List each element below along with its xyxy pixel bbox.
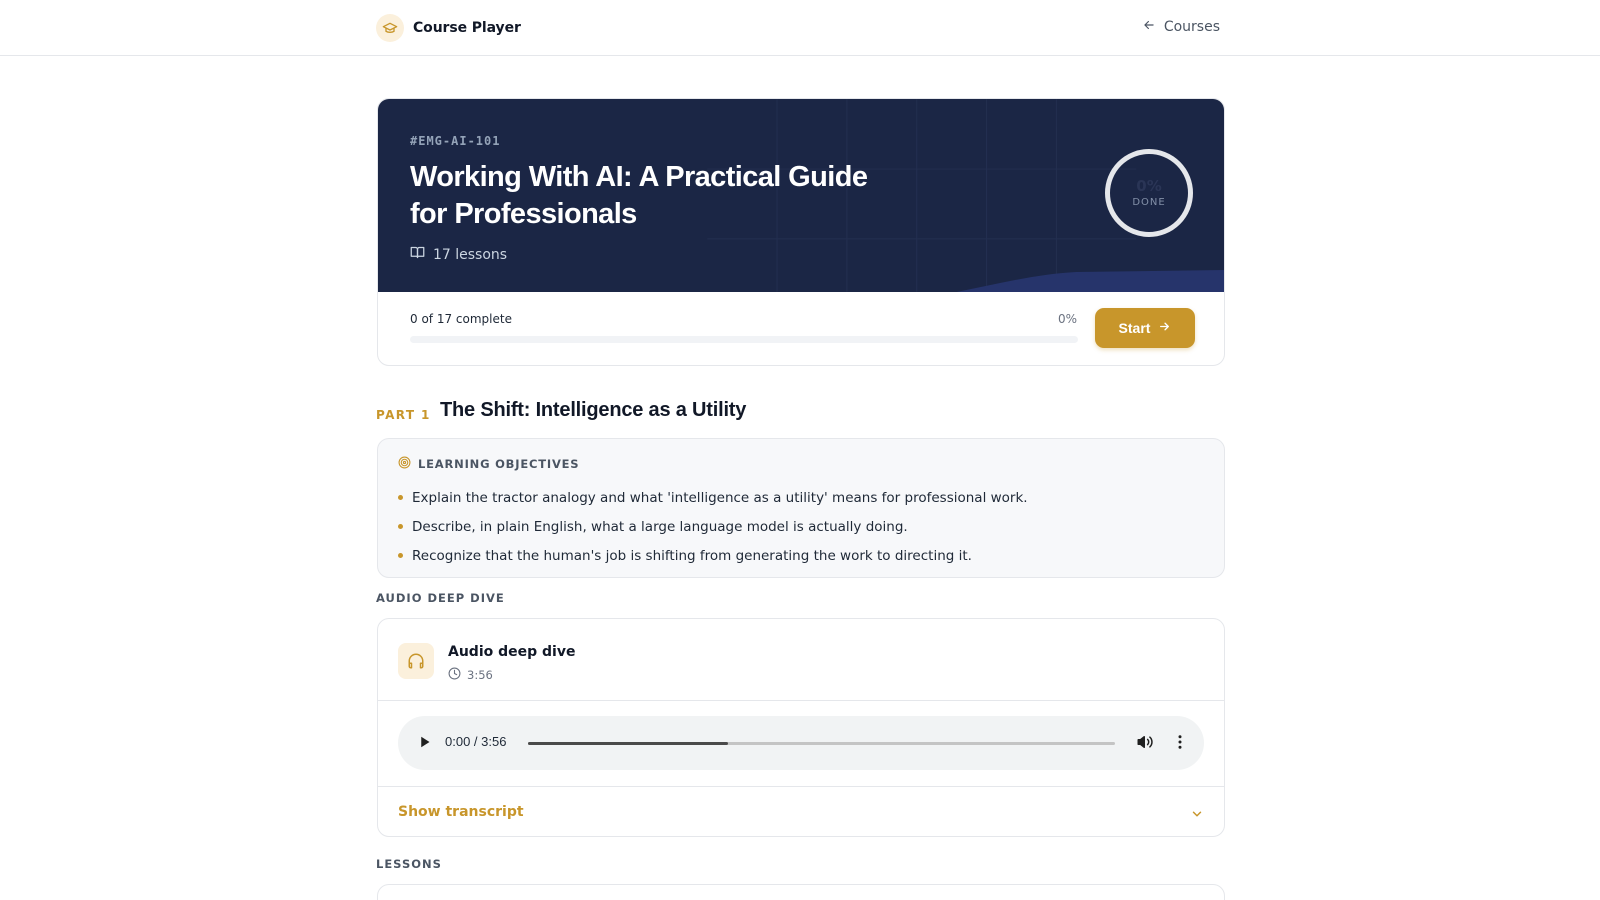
brand[interactable]: Course Player	[376, 14, 521, 42]
bullet-dot-icon	[398, 495, 403, 500]
arrow-right-icon	[1158, 320, 1171, 336]
progress-bar	[410, 336, 1078, 343]
completion-ring: 0% DONE	[1105, 149, 1193, 237]
progress-text: 0 of 17 complete	[410, 312, 512, 326]
clock-icon	[448, 667, 461, 683]
objective-item: Recognize that the human's job is shifti…	[398, 541, 1028, 570]
divider	[378, 700, 1224, 701]
audio-card: Audio deep dive 3:56 0:00 / 3:56 Show tr…	[377, 618, 1225, 837]
more-options-icon[interactable]	[1171, 733, 1189, 755]
objective-item: Describe, in plain English, what a large…	[398, 512, 1028, 541]
objective-text: Recognize that the human's job is shifti…	[412, 547, 972, 564]
course-title: Working With AI: A Practical Guide for P…	[410, 161, 868, 230]
back-to-courses-link[interactable]: Courses	[1142, 18, 1220, 36]
book-open-icon	[410, 245, 425, 264]
top-bar: Course Player Courses	[0, 0, 1600, 56]
course-hero-card: #EMG-AI-101 Working With AI: A Practical…	[377, 98, 1225, 366]
audio-player: 0:00 / 3:56	[398, 716, 1204, 770]
learning-objectives-panel: LEARNING OBJECTIVES Explain the tractor …	[377, 438, 1225, 578]
completion-ring-percent: 0%	[1136, 177, 1162, 195]
app-name: Course Player	[413, 20, 521, 36]
audio-title: Audio deep dive	[448, 644, 576, 660]
audio-seek-bar[interactable]	[528, 742, 1115, 745]
audio-buffer-bar	[528, 742, 728, 745]
lessons-section-label: LESSONS	[376, 857, 442, 871]
audio-duration-text: 3:56	[467, 668, 493, 682]
audio-duration: 3:56	[448, 667, 493, 683]
audio-time: 0:00 / 3:56	[445, 734, 507, 749]
part-label: PART 1	[376, 408, 431, 422]
audio-section-label: AUDIO DEEP DIVE	[376, 591, 505, 605]
divider	[378, 786, 1224, 787]
objective-item: Explain the tractor analogy and what 'in…	[398, 483, 1028, 512]
chevron-down-icon[interactable]	[1190, 806, 1204, 825]
graduation-cap-icon	[376, 14, 404, 42]
bullet-dot-icon	[398, 553, 403, 558]
lessons-count-text: 17 lessons	[433, 246, 508, 263]
course-hero: #EMG-AI-101 Working With AI: A Practical…	[378, 99, 1224, 292]
progress-row: 0 of 17 complete 0% Start	[378, 292, 1224, 365]
arrow-left-icon	[1142, 18, 1156, 36]
start-button[interactable]: Start	[1095, 308, 1195, 348]
lessons-list-card	[377, 884, 1225, 900]
completion-ring-label: DONE	[1132, 197, 1166, 208]
learning-objectives-heading-text: LEARNING OBJECTIVES	[418, 457, 580, 471]
play-icon[interactable]	[416, 733, 434, 755]
bullet-dot-icon	[398, 524, 403, 529]
objective-text: Explain the tractor analogy and what 'in…	[412, 489, 1028, 506]
hero-wave-decoration	[956, 270, 1224, 292]
headphones-icon	[398, 643, 434, 679]
show-transcript-toggle[interactable]: Show transcript	[398, 804, 524, 820]
volume-icon[interactable]	[1136, 733, 1154, 755]
start-button-label: Start	[1118, 320, 1151, 336]
back-label: Courses	[1163, 19, 1220, 35]
lessons-count: 17 lessons	[410, 245, 507, 264]
course-code: #EMG-AI-101	[410, 134, 501, 148]
objective-text: Describe, in plain English, what a large…	[412, 518, 908, 535]
learning-objectives-heading: LEARNING OBJECTIVES	[398, 456, 579, 472]
progress-percent: 0%	[1058, 312, 1078, 326]
objectives-list: Explain the tractor analogy and what 'in…	[398, 483, 1028, 570]
part-title: The Shift: Intelligence as a Utility	[440, 399, 747, 421]
target-icon	[398, 456, 411, 472]
